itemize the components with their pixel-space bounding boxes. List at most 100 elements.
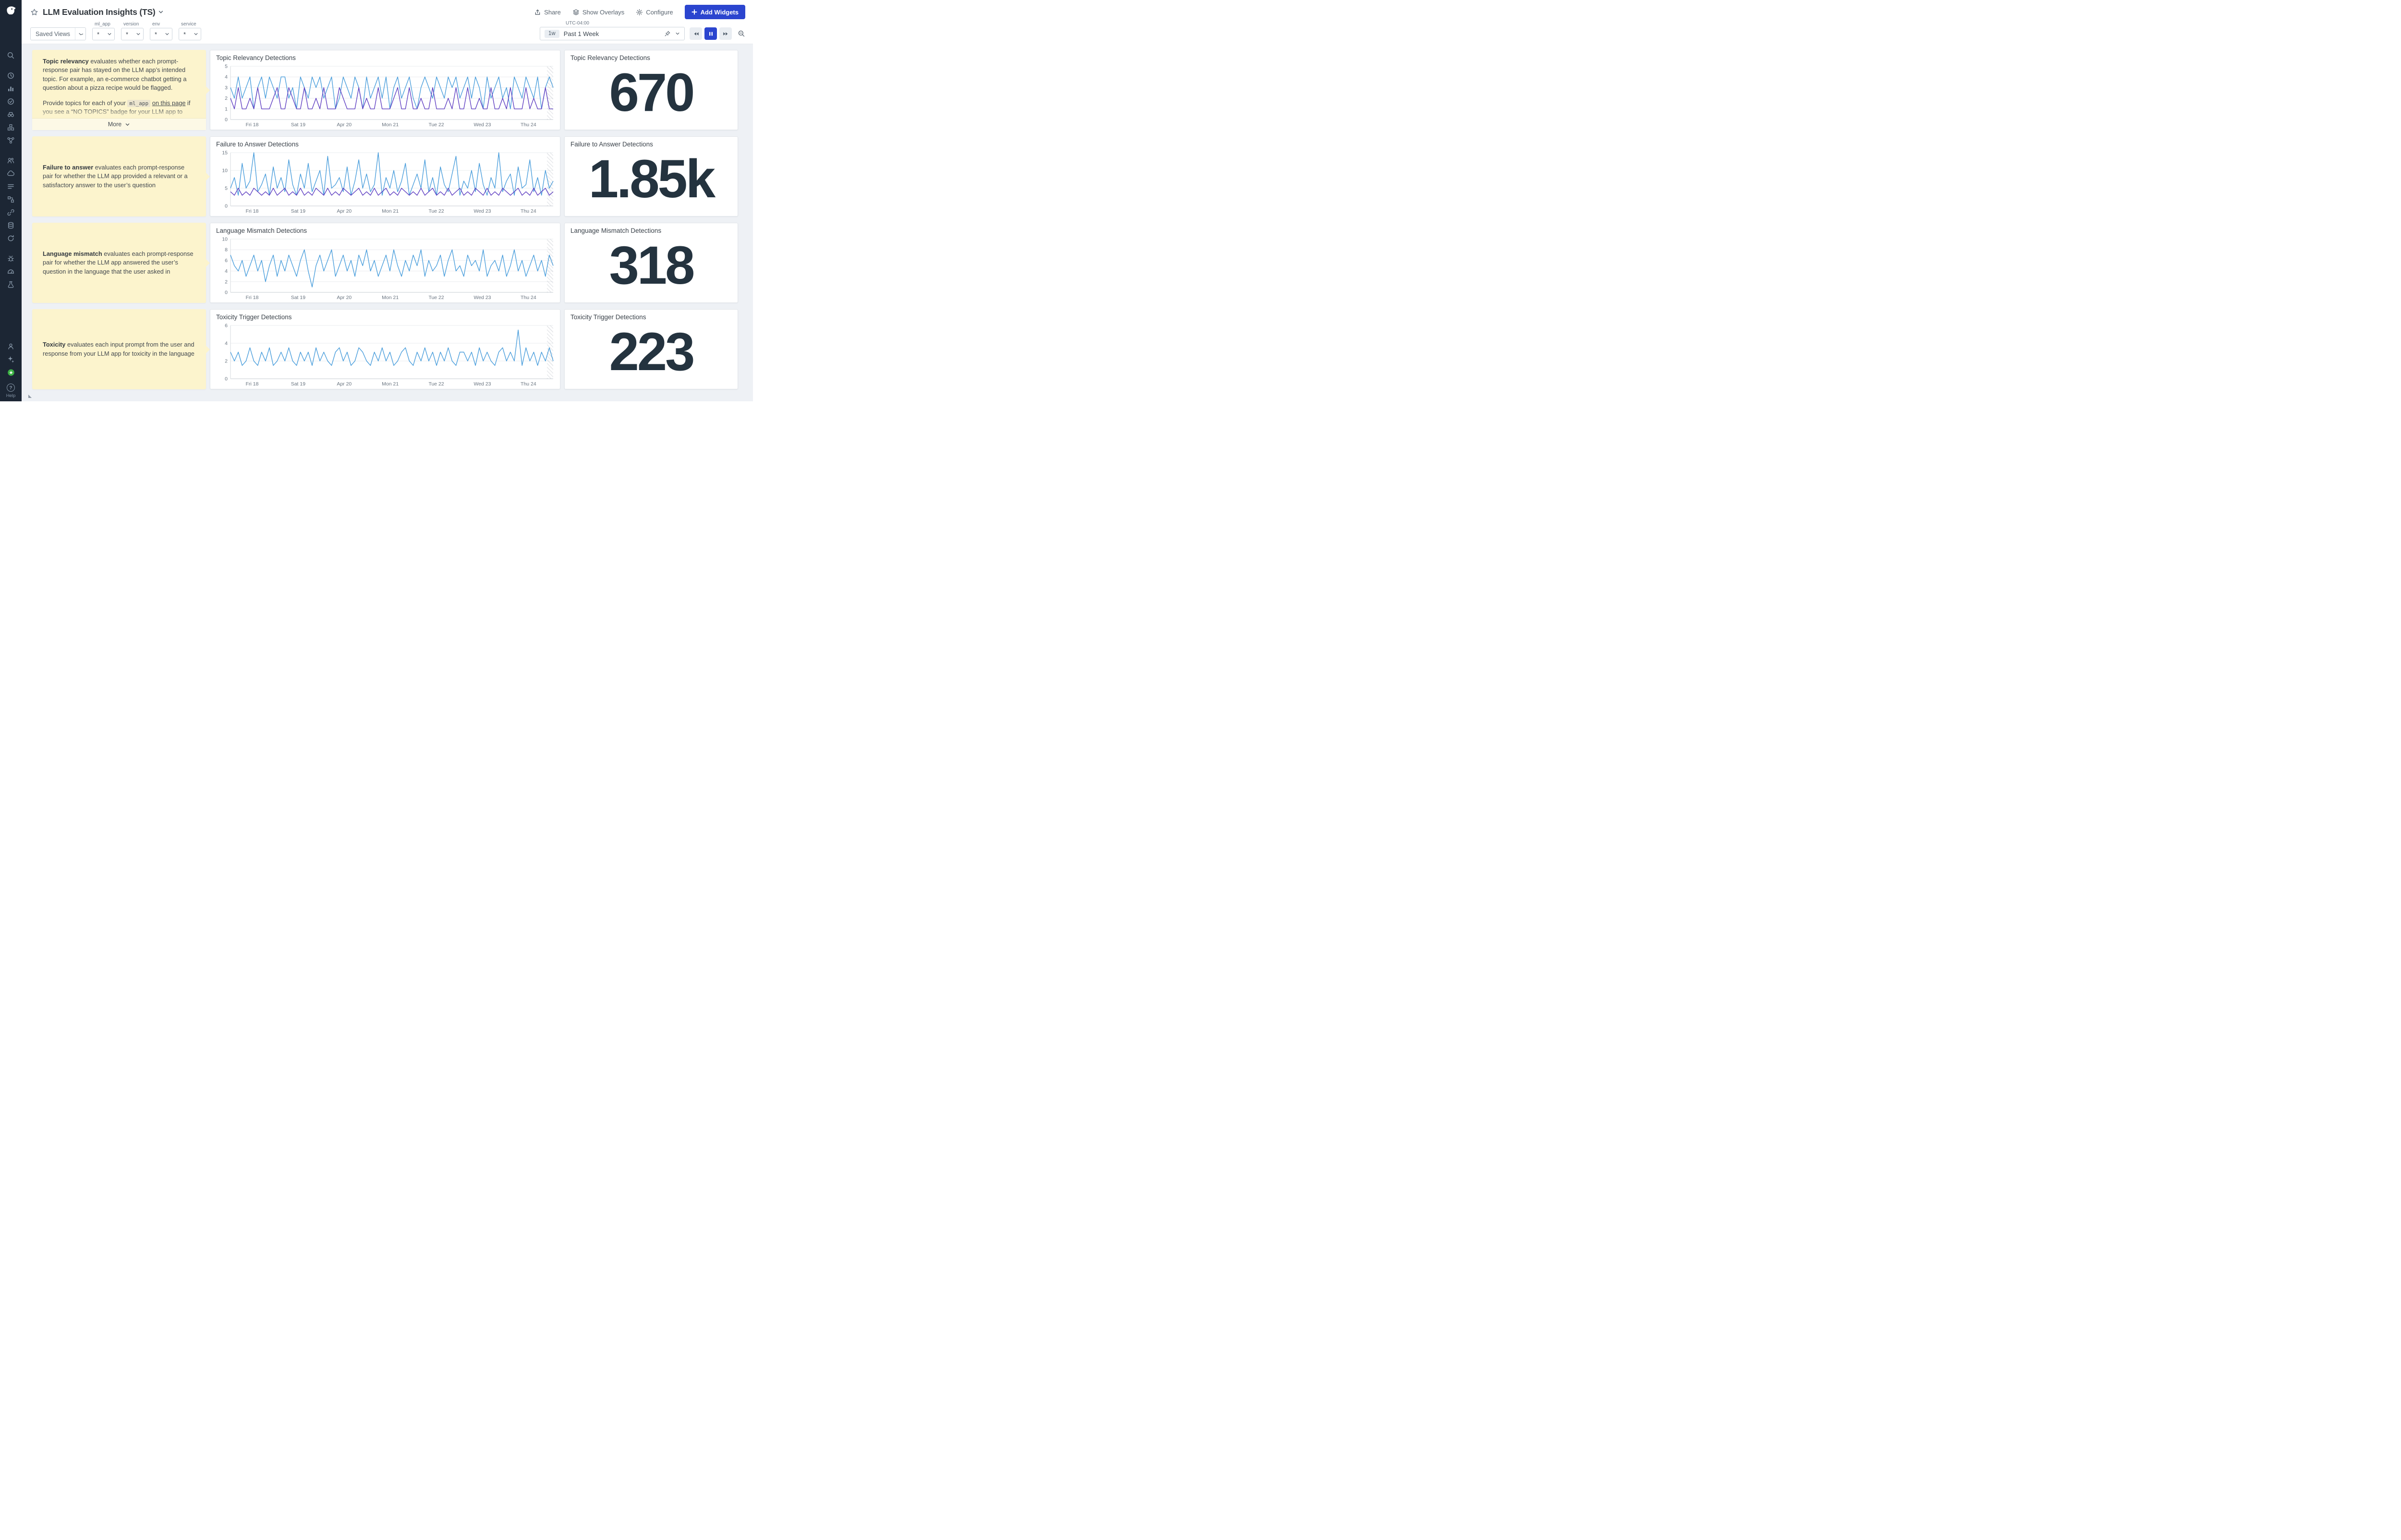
flask-icon (7, 280, 15, 289)
sidebar-item-error-tracking[interactable] (0, 252, 22, 265)
timeseries-widget-language-mismatch[interactable]: Language Mismatch Detections 0246810Fri … (210, 223, 560, 303)
zoom-out-button[interactable] (738, 30, 745, 37)
sidebar-item-logs[interactable] (0, 180, 22, 193)
timeseries-widget-failure-to-answer[interactable]: Failure to Answer Detections 051015Fri 1… (210, 136, 560, 217)
widget-title: Failure to Answer Detections (216, 141, 299, 148)
svg-text:Sat 19: Sat 19 (291, 208, 306, 214)
note-widget-topic-relevancy[interactable]: Topic relevancy evaluates whether each p… (32, 50, 206, 130)
note-link[interactable]: on this page (152, 99, 186, 107)
saved-views-button[interactable]: Saved Views (30, 27, 86, 40)
timeseries-chart[interactable]: 0246Fri 18Sat 19Apr 20Mon 21Tue 22Wed 23… (212, 323, 558, 387)
svg-text:Fri 18: Fri 18 (246, 295, 259, 301)
configure-button[interactable]: Configure (636, 9, 673, 16)
query-value-widget-toxicity[interactable]: Toxicity Trigger Detections 223 (564, 309, 738, 389)
svg-text:Wed 23: Wed 23 (474, 122, 491, 128)
share-button[interactable]: Share (534, 9, 561, 16)
svg-text:0: 0 (225, 290, 228, 296)
svg-text:Tue 22: Tue 22 (428, 381, 444, 387)
svg-text:Apr 20: Apr 20 (337, 381, 352, 387)
sidebar-item-infrastructure[interactable] (0, 121, 22, 134)
sidebar-item-help[interactable]: ? Help (6, 384, 16, 398)
code-chip: ml_app (127, 100, 150, 107)
binoculars-icon (7, 110, 15, 119)
pin-icon[interactable] (664, 30, 671, 37)
chevron-down-icon (133, 28, 143, 40)
sidebar-item-watchdog[interactable] (0, 108, 22, 121)
svg-text:4: 4 (225, 74, 228, 80)
service-select[interactable]: * (179, 28, 201, 40)
time-range-picker[interactable]: 1w Past 1 Week (540, 27, 685, 40)
person-icon (7, 342, 15, 350)
svg-text:4: 4 (225, 341, 228, 347)
svg-text:2: 2 (225, 279, 228, 285)
env-select[interactable]: * (150, 28, 172, 40)
network-nodes-icon (7, 136, 15, 144)
sidebar-item-history[interactable] (0, 69, 22, 82)
log-lines-icon (7, 182, 15, 191)
svg-text:Tue 22: Tue 22 (428, 295, 444, 301)
sidebar-item-search[interactable] (0, 49, 22, 62)
svg-text:Wed 23: Wed 23 (474, 381, 491, 387)
timeseries-chart[interactable]: 012345Fri 18Sat 19Apr 20Mon 21Tue 22Wed … (212, 63, 558, 128)
template-var-service: service * (179, 22, 201, 40)
sidebar-item-account[interactable] (0, 340, 22, 353)
people-icon (7, 156, 15, 165)
sidebar-item-monitors[interactable] (0, 95, 22, 108)
time-range-label: Past 1 Week (564, 30, 660, 37)
sidebar-item-whats-new[interactable] (0, 366, 22, 379)
timeseries-chart[interactable]: 0246810Fri 18Sat 19Apr 20Mon 21Tue 22Wed… (212, 236, 558, 301)
sidebar-item-integrations[interactable] (0, 206, 22, 219)
sidebar-item-service-catalog[interactable] (0, 154, 22, 167)
bar-chart-icon (7, 84, 15, 93)
sidebar-item-gauge[interactable] (0, 265, 22, 278)
chevron-down-icon (75, 28, 85, 40)
timezone-label: UTC-04:00 (566, 21, 589, 26)
svg-text:3: 3 (225, 85, 228, 91)
sidebar-item-databases[interactable] (0, 219, 22, 232)
svg-text:15: 15 (222, 150, 228, 156)
note-widget-failure-to-answer[interactable]: Failure to answer evaluates each prompt-… (32, 136, 206, 217)
timeseries-widget-topic-relevancy[interactable]: Topic Relevancy Detections 012345Fri 18S… (210, 50, 560, 130)
svg-text:Mon 21: Mon 21 (382, 122, 399, 128)
resize-handle[interactable] (28, 395, 32, 398)
show-overlays-button[interactable]: Show Overlays (572, 9, 624, 16)
svg-text:Sat 19: Sat 19 (291, 381, 306, 387)
svg-text:5: 5 (225, 64, 228, 70)
add-widgets-button[interactable]: Add Widgets (685, 5, 745, 19)
sidebar-item-llm-observability[interactable] (0, 278, 22, 291)
ml-app-select[interactable]: * (92, 28, 115, 40)
sidebar-item-ci-pipelines[interactable] (0, 193, 22, 206)
sidebar-item-copilot[interactable] (0, 353, 22, 366)
dashboard-canvas: Topic relevancy evaluates whether each p… (22, 44, 753, 401)
zoom-out-icon (738, 30, 745, 37)
version-select[interactable]: * (121, 28, 144, 40)
query-value-widget-language-mismatch[interactable]: Language Mismatch Detections 318 (564, 223, 738, 303)
query-value-widget-topic-relevancy[interactable]: Topic Relevancy Detections 670 (564, 50, 738, 130)
database-icon (7, 221, 15, 229)
gauge-icon (7, 267, 15, 276)
sidebar-item-synthetics[interactable] (0, 167, 22, 180)
datadog-logo[interactable] (0, 0, 22, 21)
svg-text:0: 0 (225, 204, 228, 209)
time-pause-button[interactable] (704, 27, 717, 40)
note-widget-language-mismatch[interactable]: Language mismatch evaluates each prompt-… (32, 223, 206, 303)
cloud-icon (7, 169, 15, 178)
timeseries-widget-toxicity[interactable]: Toxicity Trigger Detections 0246Fri 18Sa… (210, 309, 560, 389)
favorite-star-icon[interactable] (30, 8, 38, 16)
time-controls: UTC-04:00 1w Past 1 Week (540, 21, 745, 40)
sidebar-item-apm[interactable] (0, 134, 22, 147)
sidebar-item-dashboards[interactable] (0, 82, 22, 95)
svg-text:Fri 18: Fri 18 (246, 122, 259, 128)
title-chevron-down-icon[interactable] (158, 9, 164, 15)
datadog-app: ? Help LLM Evaluation Insights (TS) Shar… (0, 0, 753, 401)
timeseries-chart[interactable]: 051015Fri 18Sat 19Apr 20Mon 21Tue 22Wed … (212, 150, 558, 215)
sidebar-item-workflows[interactable] (0, 232, 22, 245)
note-text: Toxicity evaluates each input prompt fro… (32, 340, 206, 358)
svg-text:Apr 20: Apr 20 (337, 122, 352, 128)
query-value-widget-failure-to-answer[interactable]: Failure to Answer Detections 1.85k (564, 136, 738, 217)
time-backward-button[interactable] (690, 27, 702, 40)
note-more-button[interactable]: More (32, 118, 206, 130)
sidebar-nav (0, 49, 22, 291)
time-forward-button[interactable] (719, 27, 732, 40)
note-widget-toxicity[interactable]: Toxicity evaluates each input prompt fro… (32, 309, 206, 389)
